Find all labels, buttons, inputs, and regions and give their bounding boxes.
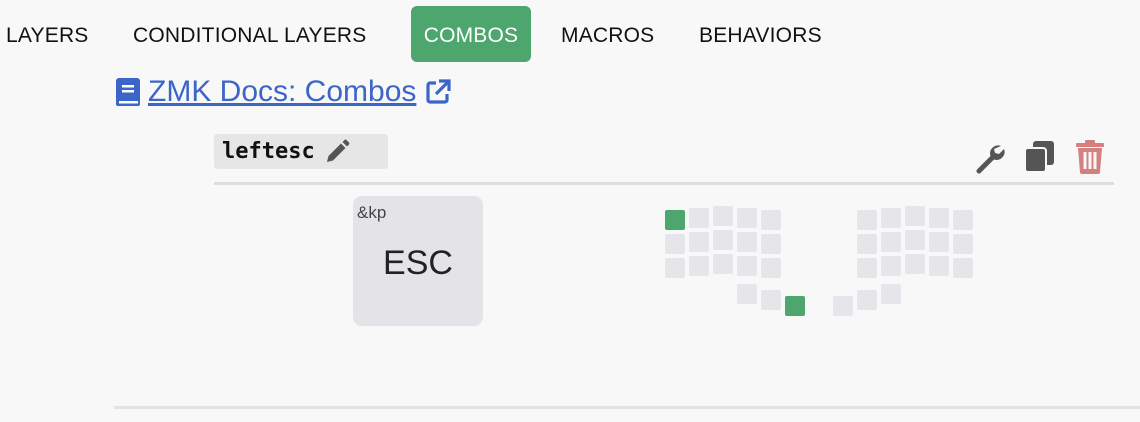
combo-key[interactable] [665,234,685,254]
combo-key[interactable] [857,234,877,254]
combo-key[interactable] [689,256,709,276]
combo-key[interactable] [737,256,757,276]
combo-key[interactable] [857,290,877,310]
combo-key[interactable] [761,258,781,278]
docs-link[interactable]: ZMK Docs: Combos [114,73,452,111]
combo-key[interactable] [857,210,877,230]
external-link-icon [424,78,452,106]
keyboard-layout-preview [0,0,1140,422]
tab-layers[interactable]: LAYERS [6,6,89,62]
combo-key[interactable] [713,254,733,274]
section-divider [114,406,1140,409]
combo-key[interactable] [761,234,781,254]
copy-icon[interactable] [1023,140,1057,179]
combo-key[interactable] [953,258,973,278]
combo-key[interactable] [881,208,901,228]
combo-key[interactable] [833,296,853,316]
tab-conditional-layers[interactable]: CONDITIONAL LAYERS [133,6,366,62]
combo-key[interactable] [881,284,901,304]
wrench-icon[interactable] [972,140,1006,179]
trash-icon[interactable] [1075,140,1105,179]
combo-key[interactable] [929,256,949,276]
binding-param: ESC [383,244,453,282]
combo-name-field[interactable]: leftesc [214,134,388,169]
combo-key[interactable] [881,232,901,252]
tab-combos[interactable]: COMBOS [411,6,531,62]
combo-key[interactable] [881,256,901,276]
combo-key[interactable] [857,258,877,278]
pencil-icon[interactable] [323,138,351,166]
combo-key[interactable] [713,206,733,226]
tab-behaviors[interactable]: BEHAVIORS [699,6,822,62]
combo-key[interactable] [761,290,781,310]
combo-key[interactable] [953,210,973,230]
combo-key-selected[interactable] [785,296,805,316]
book-icon [114,76,142,108]
docs-link-label[interactable]: ZMK Docs: Combos [148,75,416,109]
combo-key[interactable] [929,208,949,228]
combo-key-selected[interactable] [665,210,685,230]
combo-key[interactable] [953,234,973,254]
combo-key[interactable] [665,258,685,278]
combo-key[interactable] [713,230,733,250]
combo-key[interactable] [905,254,925,274]
combo-key[interactable] [929,232,949,252]
combo-key[interactable] [905,230,925,250]
combo-key[interactable] [737,284,757,304]
combo-key[interactable] [689,208,709,228]
combo-name: leftesc [222,139,315,164]
binding-behavior: &kp [357,203,387,222]
combo-key[interactable] [761,210,781,230]
combo-key[interactable] [737,208,757,228]
combo-key[interactable] [905,206,925,226]
combo-header-divider [214,182,1114,185]
combo-key[interactable] [737,232,757,252]
binding-keycap[interactable]: &kp ESC [353,196,483,326]
tab-macros[interactable]: MACROS [561,6,654,62]
combo-key[interactable] [689,232,709,252]
